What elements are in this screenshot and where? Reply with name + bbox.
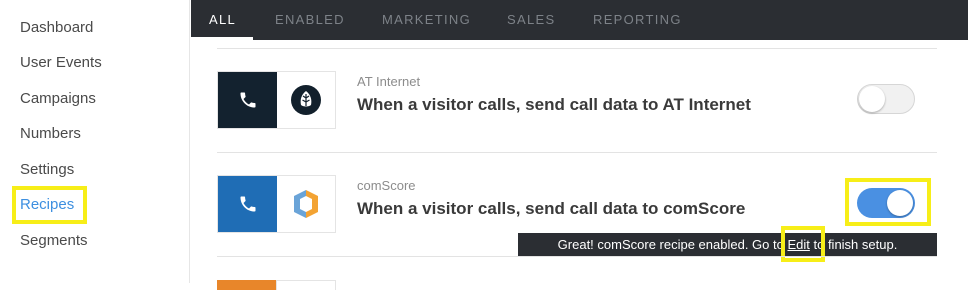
highlight-box-recipes bbox=[12, 186, 87, 224]
highlight-box-toggle bbox=[845, 178, 931, 226]
sidebar-item-dashboard[interactable]: Dashboard bbox=[20, 18, 93, 38]
toggle-knob bbox=[859, 86, 885, 112]
partial-recipe-logo-right bbox=[276, 280, 336, 290]
toast-text-before: Great! comScore recipe enabled. Go to bbox=[557, 237, 788, 252]
success-toast: Great! comScore recipe enabled. Go to Ed… bbox=[518, 233, 937, 256]
recipe-toggle-at-internet[interactable] bbox=[857, 84, 915, 114]
sidebar-nav: Dashboard User Events Campaigns Numbers … bbox=[0, 0, 190, 283]
recipe-row-at-internet: AT Internet When a visitor calls, send c… bbox=[191, 48, 968, 152]
sidebar-item-settings[interactable]: Settings bbox=[20, 160, 74, 180]
sidebar-item-campaigns[interactable]: Campaigns bbox=[20, 89, 96, 109]
phone-icon bbox=[218, 176, 277, 232]
recipe-vendor: AT Internet bbox=[357, 74, 421, 89]
divider bbox=[217, 256, 937, 257]
partial-recipe-logo bbox=[217, 280, 276, 290]
comscore-logo-icon bbox=[277, 176, 335, 232]
sidebar-item-user-events[interactable]: User Events bbox=[20, 53, 102, 73]
sidebar-item-numbers[interactable]: Numbers bbox=[20, 124, 81, 144]
tab-sales[interactable]: SALES bbox=[507, 0, 555, 40]
tab-marketing[interactable]: MARKETING bbox=[382, 0, 471, 40]
filter-tabs: ALL ENABLED MARKETING SALES REPORTING bbox=[191, 0, 968, 40]
tab-enabled[interactable]: ENABLED bbox=[275, 0, 345, 40]
tab-label: ALL bbox=[209, 12, 237, 27]
recipe-title: When a visitor calls, send call data to … bbox=[357, 95, 751, 114]
phone-icon bbox=[218, 72, 277, 128]
at-internet-logo-icon bbox=[277, 72, 335, 128]
recipe-title: When a visitor calls, send call data to … bbox=[357, 199, 746, 218]
recipe-vendor: comScore bbox=[357, 178, 416, 193]
recipe-list: AT Internet When a visitor calls, send c… bbox=[191, 40, 968, 290]
sidebar-item-segments[interactable]: Segments bbox=[20, 231, 88, 251]
recipe-logo-pair bbox=[217, 71, 336, 129]
tab-reporting[interactable]: REPORTING bbox=[593, 0, 682, 40]
recipe-logo-pair bbox=[217, 175, 336, 233]
tab-all[interactable]: ALL bbox=[209, 0, 236, 40]
